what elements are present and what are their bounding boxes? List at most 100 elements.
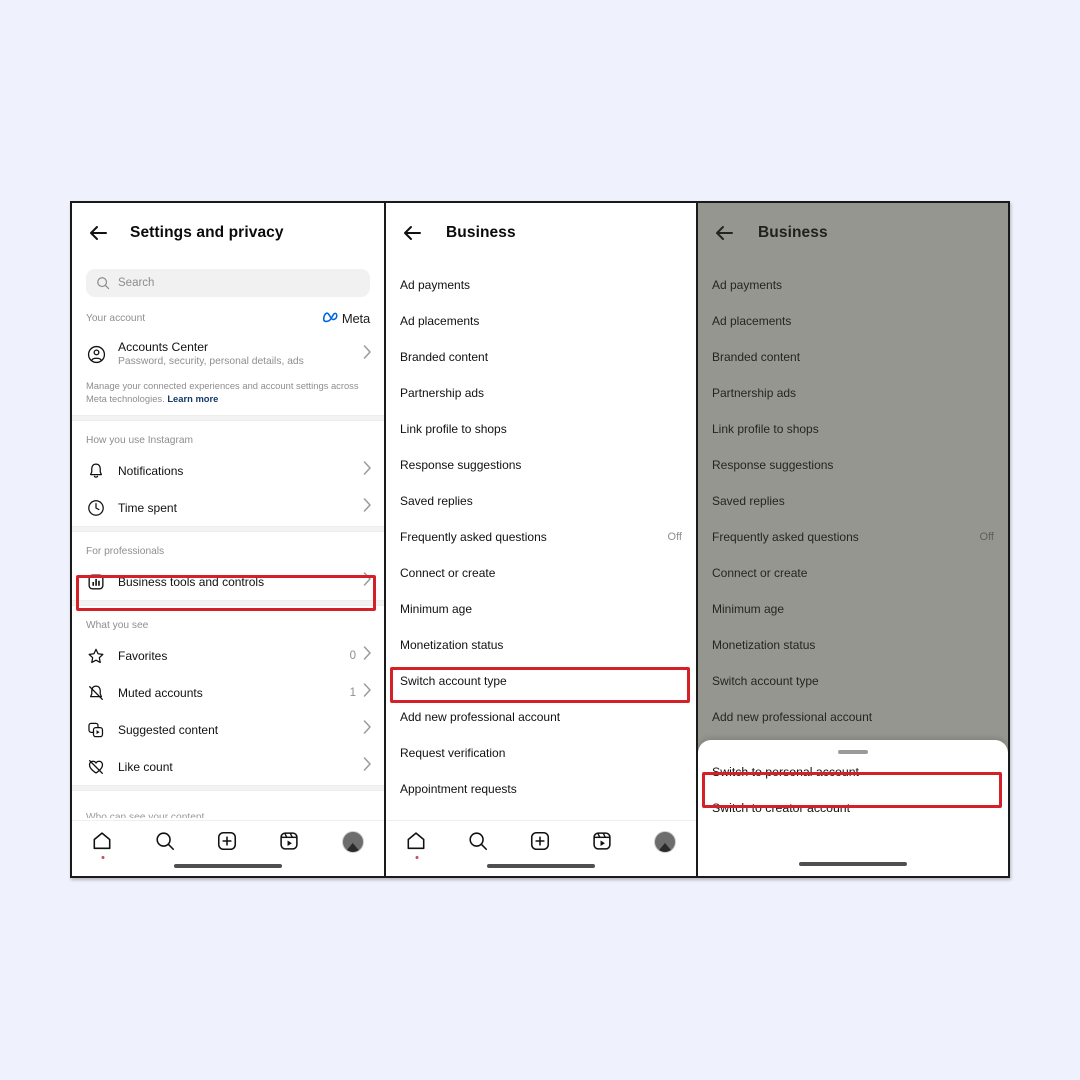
panel2-header: Business [386, 203, 696, 263]
list-item-ad-payments[interactable]: Ad payments [386, 267, 696, 303]
note-text: Manage your connected experiences and ac… [86, 380, 359, 404]
heart-slash-icon [86, 757, 106, 777]
search-input[interactable]: Search [86, 269, 370, 297]
list-item-label: Ad placements [400, 314, 480, 328]
sheet-option-switch-to-creator[interactable]: Switch to creator account [698, 790, 1008, 826]
sidebar-item-label: Favorites [118, 648, 168, 663]
sheet-option-switch-to-personal[interactable]: Switch to personal account [698, 754, 1008, 790]
panel1-header: Settings and privacy [72, 203, 384, 263]
sidebar-item-time-spent[interactable]: Time spent [72, 489, 384, 526]
list-item-branded-content[interactable]: Branded content [386, 339, 696, 375]
sidebar-item-notifications[interactable]: Notifications [72, 452, 384, 489]
chevron-right-icon [363, 757, 372, 776]
search-icon[interactable] [467, 830, 491, 854]
section-who-can-see: Who can see your content [86, 812, 205, 818]
profile-avatar-icon[interactable] [653, 830, 677, 854]
page-title: Settings and privacy [130, 224, 284, 241]
section-label: How you use Instagram [86, 435, 194, 446]
account-circle-icon [86, 344, 106, 364]
sidebar-item-label: Business tools and controls [118, 574, 265, 589]
list-item-label: Switch account type [400, 674, 507, 688]
home-icon[interactable] [405, 830, 429, 859]
list-item-label: Minimum age [400, 602, 473, 616]
chevron-right-icon [363, 720, 372, 739]
list-item-label: Response suggestions [400, 458, 522, 472]
section-for-professionals: For professionals [72, 532, 384, 563]
list-item-monetization-status[interactable]: Monetization status [386, 627, 696, 663]
accounts-center-note: Manage your connected experiences and ac… [72, 376, 384, 415]
list-item-connect-or-create[interactable]: Connect or create [386, 555, 696, 591]
home-indicator-bar [487, 864, 595, 868]
create-plus-icon[interactable] [529, 830, 553, 854]
sidebar-item-label: Muted accounts [118, 685, 203, 700]
home-notification-dot [101, 856, 105, 859]
sidebar-item-label: Suggested content [118, 722, 219, 737]
learn-more-link[interactable]: Learn more [167, 393, 218, 404]
list-item-label: Add new professional account [400, 710, 561, 724]
home-icon[interactable] [91, 830, 115, 859]
section-label: Your account [86, 313, 146, 324]
list-item-add-new-professional-account[interactable]: Add new professional account [386, 699, 696, 735]
reels-icon[interactable] [591, 830, 615, 854]
list-item-minimum-age[interactable]: Minimum age [386, 591, 696, 627]
list-item-label: Monetization status [400, 638, 504, 652]
back-arrow-icon[interactable] [86, 220, 112, 246]
list-item-label: Partnership ads [400, 386, 485, 400]
sidebar-item-favorites[interactable]: Favorites 0 [72, 637, 384, 674]
accounts-center-text: Accounts Center Password, security, pers… [118, 340, 363, 369]
screenshot-canvas: Settings and privacy Search Your account [0, 0, 1080, 1080]
sidebar-item-count: 0 [349, 649, 356, 662]
business-list: Ad payments Ad placements Branded conten… [386, 263, 696, 807]
section-label: For professionals [86, 546, 165, 557]
search-container: Search [72, 263, 384, 297]
panel-business: Business Ad payments Ad placements Brand… [384, 203, 696, 876]
list-item-label: Appointment requests [400, 782, 517, 796]
sidebar-item-label: Like count [118, 759, 173, 774]
list-item-link-profile-to-shops[interactable]: Link profile to shops [386, 411, 696, 447]
sidebar-item-suggested-content[interactable]: Suggested content [72, 711, 384, 748]
list-item-meta: Off [667, 531, 682, 543]
list-item-appointment-requests[interactable]: Appointment requests [386, 771, 696, 807]
search-icon[interactable] [154, 830, 178, 854]
list-item-ad-placements[interactable]: Ad placements [386, 303, 696, 339]
bell-slash-icon [86, 683, 106, 703]
star-icon [86, 646, 106, 666]
list-item-label: Branded content [400, 350, 489, 364]
avatar [654, 831, 676, 853]
list-item-frequently-asked-questions[interactable]: Frequently asked questions Off [386, 519, 696, 555]
accounts-center-title: Accounts Center [118, 339, 209, 354]
sidebar-item-muted-accounts[interactable]: Muted accounts 1 [72, 674, 384, 711]
section-divider [72, 785, 384, 791]
search-icon [96, 276, 110, 290]
sidebar-item-business-tools[interactable]: Business tools and controls [72, 563, 384, 600]
panel-settings-and-privacy: Settings and privacy Search Your account [72, 203, 384, 876]
home-indicator-bar [174, 864, 282, 868]
list-item-response-suggestions[interactable]: Response suggestions [386, 447, 696, 483]
list-item-label: Frequently asked questions [400, 530, 547, 544]
meta-brand: Meta [322, 311, 370, 326]
create-plus-icon[interactable] [216, 830, 240, 854]
sidebar-item-count: 1 [349, 686, 356, 699]
sidebar-item-like-count[interactable]: Like count [72, 748, 384, 785]
profile-avatar-icon[interactable] [341, 830, 365, 854]
chevron-right-icon [363, 683, 372, 702]
sidebar-item-label: Time spent [118, 500, 177, 515]
panel-group: Settings and privacy Search Your account [70, 201, 1010, 878]
back-arrow-icon[interactable] [400, 220, 426, 246]
list-item-switch-account-type[interactable]: Switch account type [386, 663, 696, 699]
section-what-you-see: What you see [72, 606, 384, 637]
sheet-option-label: Switch to creator account [712, 801, 851, 815]
accounts-center-row[interactable]: Accounts Center Password, security, pers… [72, 332, 384, 376]
list-item-label: Request verification [400, 746, 506, 760]
list-item-partnership-ads[interactable]: Partnership ads [386, 375, 696, 411]
section-your-account: Your account Meta [72, 297, 384, 332]
bell-icon [86, 461, 106, 481]
home-notification-dot [415, 856, 419, 859]
chevron-right-icon [363, 572, 372, 591]
list-item-saved-replies[interactable]: Saved replies [386, 483, 696, 519]
list-item-request-verification[interactable]: Request verification [386, 735, 696, 771]
bar-chart-square-icon [86, 572, 106, 592]
panel-business-dimmed: Business Ad payments Ad placements Brand… [696, 203, 1008, 876]
reels-icon[interactable] [278, 830, 302, 854]
clock-icon [86, 498, 106, 518]
